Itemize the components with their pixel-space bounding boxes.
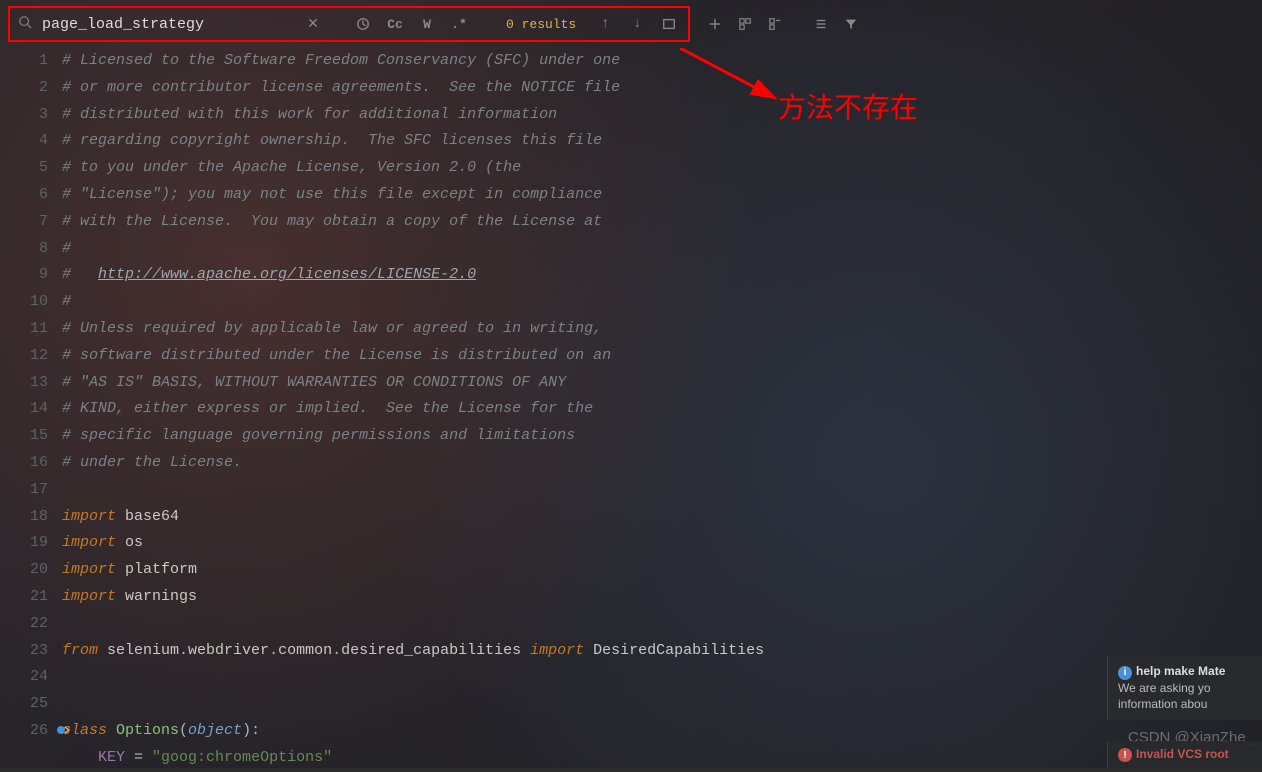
notification-body-1: We are asking yo — [1118, 680, 1252, 696]
code-line[interactable] — [62, 477, 1262, 504]
line-number: 3 — [0, 102, 48, 129]
code-line[interactable]: # http://www.apache.org/licenses/LICENSE… — [62, 262, 1262, 289]
code-area[interactable]: # Licensed to the Software Freedom Conse… — [62, 48, 1262, 768]
code-line[interactable]: from selenium.webdriver.common.desired_c… — [62, 638, 1262, 665]
line-number: 11 — [0, 316, 48, 343]
code-line[interactable] — [62, 691, 1262, 718]
line-number: 15 — [0, 423, 48, 450]
line-number: 20 — [0, 557, 48, 584]
notification-panel[interactable]: i help make Mate We are asking yo informa… — [1107, 656, 1262, 720]
search-icon — [18, 15, 32, 34]
code-line[interactable]: # with the License. You may obtain a cop… — [62, 209, 1262, 236]
info-icon: i — [1118, 666, 1132, 680]
line-number: 21 — [0, 584, 48, 611]
line-number: 16 — [0, 450, 48, 477]
find-extra-tools — [704, 13, 862, 35]
code-line[interactable]: # Unless required by applicable law or a… — [62, 316, 1262, 343]
line-number: 7 — [0, 209, 48, 236]
error-text: Invalid VCS root — [1136, 747, 1229, 761]
line-number: 13 — [0, 370, 48, 397]
line-number: 17 — [0, 477, 48, 504]
code-line[interactable]: import warnings — [62, 584, 1262, 611]
code-line[interactable]: # "AS IS" BASIS, WITHOUT WARRANTIES OR C… — [62, 370, 1262, 397]
line-number: 4 — [0, 128, 48, 155]
filter-occurrences-icon[interactable] — [658, 13, 680, 35]
code-line[interactable]: # distributed with this work for additio… — [62, 102, 1262, 129]
line-number: 12 — [0, 343, 48, 370]
line-number: 8 — [0, 236, 48, 263]
line-number: 25 — [0, 691, 48, 718]
match-case-button[interactable]: Cc — [384, 13, 406, 35]
next-match-icon[interactable]: ↓ — [626, 13, 648, 35]
code-line[interactable]: # Licensed to the Software Freedom Conse… — [62, 48, 1262, 75]
code-line[interactable]: import os — [62, 530, 1262, 557]
code-line[interactable]: # — [62, 236, 1262, 263]
line-number: 24 — [0, 664, 48, 691]
line-number: 6 — [0, 182, 48, 209]
clear-search-icon[interactable]: ✕ — [302, 13, 324, 35]
code-line[interactable]: # to you under the Apache License, Versi… — [62, 155, 1262, 182]
line-number: 14 — [0, 396, 48, 423]
line-number: 5 — [0, 155, 48, 182]
code-line[interactable] — [62, 664, 1262, 691]
class-indicator-icon[interactable] — [56, 721, 70, 748]
prev-match-icon[interactable]: ↑ — [594, 13, 616, 35]
remove-selection-icon[interactable] — [764, 13, 786, 35]
line-number: 10 — [0, 289, 48, 316]
filter-icon[interactable] — [840, 13, 862, 35]
code-line[interactable] — [62, 611, 1262, 638]
code-line[interactable]: # under the License. — [62, 450, 1262, 477]
code-line[interactable]: # "License"); you may not use this file … — [62, 182, 1262, 209]
line-number: 9 — [0, 262, 48, 289]
line-number: 1 — [0, 48, 48, 75]
line-number — [0, 745, 48, 772]
notification-body-2: information abou — [1118, 696, 1252, 712]
code-line[interactable]: # or more contributor license agreements… — [62, 75, 1262, 102]
line-number: 23 — [0, 638, 48, 665]
error-notification[interactable]: ! Invalid VCS root — [1107, 741, 1262, 769]
find-panel: ✕ Cc W .* 0 results ↑ ↓ — [8, 6, 690, 42]
error-icon: ! — [1118, 748, 1132, 762]
annotation-label: 方法不存在 — [778, 86, 918, 126]
code-line[interactable]: import platform — [62, 557, 1262, 584]
code-line[interactable]: # specific language governing permission… — [62, 423, 1262, 450]
line-number: 19 — [0, 530, 48, 557]
line-number: 2 — [0, 75, 48, 102]
code-line[interactable]: # regarding copyright ownership. The SFC… — [62, 128, 1262, 155]
line-gutter: 1234567891011121314151617181920212223242… — [0, 48, 62, 768]
code-line[interactable]: KEY = "goog:chromeOptions" — [62, 745, 1262, 772]
code-line[interactable]: # software distributed under the License… — [62, 343, 1262, 370]
results-count: 0 results — [498, 17, 584, 32]
search-input[interactable] — [42, 16, 292, 33]
find-toolbar: ✕ Cc W .* 0 results ↑ ↓ — [0, 0, 1262, 48]
line-number: 18 — [0, 504, 48, 531]
settings-icon[interactable] — [810, 13, 832, 35]
select-all-icon[interactable] — [734, 13, 756, 35]
line-number: 22 — [0, 611, 48, 638]
notification-title: help make Mate — [1136, 664, 1225, 678]
add-selection-icon[interactable] — [704, 13, 726, 35]
code-editor[interactable]: 1234567891011121314151617181920212223242… — [0, 48, 1262, 768]
history-icon[interactable] — [352, 13, 374, 35]
code-line[interactable]: class Options(object): — [62, 718, 1262, 745]
code-line[interactable]: import base64 — [62, 504, 1262, 531]
code-line[interactable]: # — [62, 289, 1262, 316]
line-number: 26 — [0, 718, 48, 745]
code-line[interactable]: # KIND, either express or implied. See t… — [62, 396, 1262, 423]
words-button[interactable]: W — [416, 13, 438, 35]
regex-button[interactable]: .* — [448, 13, 470, 35]
